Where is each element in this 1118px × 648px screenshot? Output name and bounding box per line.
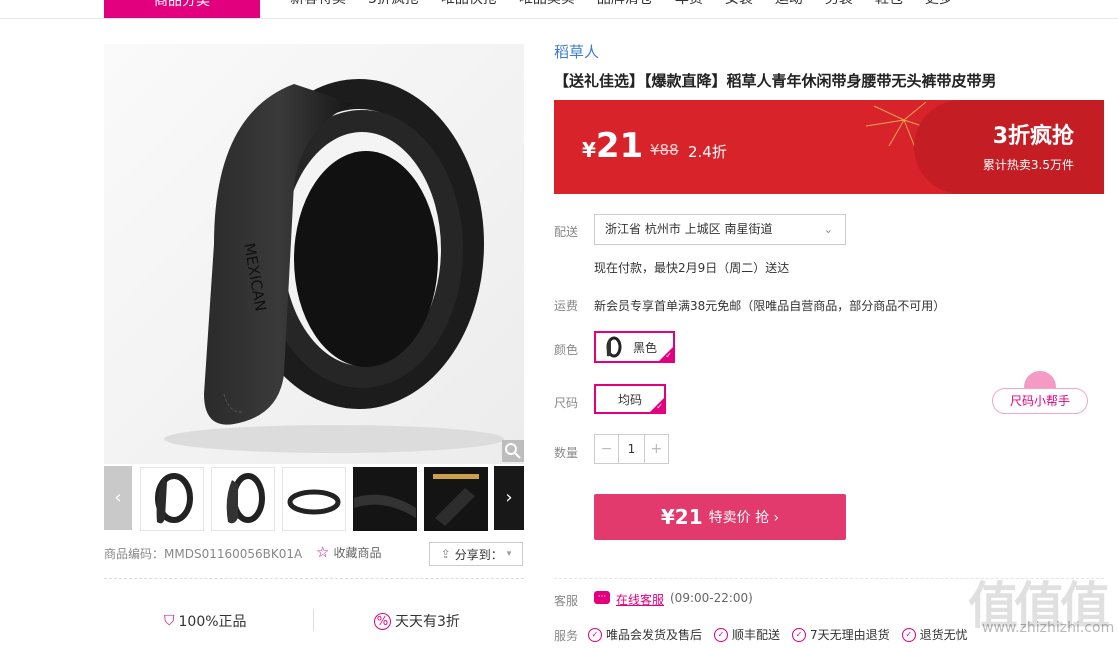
product-title: 【送礼佳选】【爆款直降】稻草人青年休闲带身腰带无头裤带皮带男	[554, 72, 997, 90]
original-price: ¥88	[650, 141, 679, 159]
thumbnail[interactable]	[140, 467, 204, 531]
current-price: ¥21	[582, 126, 644, 166]
service-label: 客服	[554, 594, 579, 608]
favorite-button[interactable]: ☆ 收藏商品	[316, 543, 381, 561]
thumbnail[interactable]	[424, 467, 488, 531]
service-item: ✓ 退货无忧	[901, 626, 968, 643]
size-label: 尺码	[554, 396, 579, 410]
shipping-info: 新会员专享首单满38元免邮（限唯品自营商品，部分商品不可用）	[594, 299, 946, 313]
thumbnail[interactable]	[282, 467, 346, 531]
thumb-prev-button[interactable]: ‹	[104, 466, 132, 530]
nav-items: 新客特卖 3折疯抢 唯品快抢 唯品美实 品牌清仓 年货 女装 运动 男装 鞋包 …	[290, 0, 953, 8]
delivery-eta: 现在付款，最快2月9日（周二）送达	[594, 261, 790, 275]
favorite-label: 收藏商品	[333, 545, 382, 560]
watermark-url: www.zhizhizhi.com	[982, 620, 1115, 636]
buy-label: 特卖价 抢 ›	[708, 510, 780, 526]
thumbnail[interactable]	[353, 467, 417, 531]
share-button[interactable]: ⇪ 分享到： ▾	[429, 542, 523, 566]
selected-check-icon: ✓	[659, 347, 673, 361]
star-icon: ☆	[316, 543, 330, 561]
quantity-stepper: − 1 +	[594, 434, 669, 464]
chat-icon: ···	[594, 591, 610, 604]
sale-subtitle: 累计热卖3.5万件	[982, 158, 1074, 172]
discount-rate: 2.4折	[688, 143, 727, 161]
nav-item[interactable]: 唯品快抢	[441, 0, 497, 8]
divider	[104, 578, 524, 579]
chevron-down-icon: ⌄	[823, 223, 833, 236]
percent-icon: %	[374, 612, 391, 630]
promise-genuine: ⛉ 100%正品	[164, 611, 247, 631]
nav-item[interactable]: 3折疯抢	[368, 0, 419, 8]
service-item: ✓ 唯品会发货及售后	[588, 626, 702, 643]
main-product-image[interactable]: MEXICAN	[104, 44, 524, 464]
quantity-label: 数量	[554, 446, 579, 460]
brand-link[interactable]: 稻草人	[554, 41, 599, 62]
size-option-label: 均码	[617, 392, 642, 407]
service-item: ✓ 顺丰配送	[714, 626, 780, 643]
share-icon: ⇪	[440, 547, 451, 561]
category-menu-button[interactable]: 商品分类	[104, 0, 260, 18]
share-label: 分享到：	[454, 547, 503, 562]
online-service-link[interactable]: 在线客服	[616, 591, 664, 608]
color-swatch-image	[606, 336, 622, 358]
thumbnail-image	[433, 474, 479, 526]
promise-discount: % 天天有3折	[374, 611, 460, 631]
buy-button[interactable]: ¥21 特卖价 抢 ›	[594, 494, 846, 540]
check-circle-icon: ✓	[714, 627, 729, 642]
nav-item[interactable]: 鞋包	[875, 0, 903, 8]
price-banner: ¥21 ¥88 2.4折 3折疯抢 累计热卖3.5万件	[554, 100, 1104, 194]
color-option-label: 黑色	[633, 340, 658, 355]
nav-item[interactable]: 年货	[675, 0, 703, 8]
promise-discount-label: 天天有3折	[395, 614, 460, 630]
buy-price: ¥21	[660, 505, 703, 529]
service-hours: (09:00-22:00)	[670, 591, 753, 605]
delivery-label: 配送	[554, 225, 579, 239]
services-label: 服务	[554, 629, 579, 643]
nav-item[interactable]: 新客特卖	[290, 0, 346, 8]
promise-genuine-label: 100%正品	[178, 614, 247, 630]
thumbnail-image	[155, 473, 193, 524]
thumb-next-button[interactable]: ›	[494, 466, 524, 530]
selected-check-icon: ✓	[650, 398, 664, 412]
color-label: 颜色	[554, 343, 579, 357]
size-helper-button[interactable]: 尺码小帮手	[992, 388, 1088, 414]
color-option-black[interactable]: 黑色 ✓	[594, 331, 675, 363]
address-value: 浙江省 杭州市 上城区 南星街道	[605, 222, 773, 236]
thumbnail-image	[354, 494, 416, 518]
sku-code: 商品编码：MMDS01160056BK01A	[104, 547, 303, 561]
caret-down-icon: ▾	[506, 549, 512, 559]
quantity-plus-button[interactable]: +	[645, 435, 668, 463]
shipping-label: 运费	[554, 299, 579, 313]
nav-item[interactable]: 品牌清仓	[597, 0, 653, 8]
service-item: ✓ 7天无理由退货	[792, 626, 890, 643]
check-circle-icon: ✓	[901, 627, 916, 642]
belt-illustration: MEXICAN	[104, 44, 524, 464]
nav-item[interactable]: 更多	[925, 0, 953, 8]
top-nav: 商品分类 新客特卖 3折疯抢 唯品快抢 唯品美实 品牌清仓 年货 女装 运动 男…	[0, 0, 1118, 19]
zoom-icon[interactable]	[502, 440, 524, 462]
nav-item[interactable]: 唯品美实	[519, 0, 575, 8]
sale-title: 3折疯抢	[992, 124, 1074, 149]
address-select[interactable]: 浙江省 杭州市 上城区 南星街道 ⌄	[594, 214, 846, 245]
nav-item[interactable]: 男装	[825, 0, 853, 8]
thumbnail-image	[287, 489, 341, 515]
size-option-onesize[interactable]: 均码 ✓	[594, 384, 666, 414]
quantity-input[interactable]: 1	[618, 435, 645, 463]
check-circle-icon: ✓	[588, 627, 602, 642]
service-list: ✓ 唯品会发货及售后 ✓ 顺丰配送 ✓ 7天无理由退货 ✓ 退货无忧	[588, 626, 968, 643]
nav-item[interactable]: 运动	[775, 0, 803, 8]
nav-item[interactable]: 女装	[725, 0, 753, 8]
quantity-minus-button[interactable]: −	[595, 435, 618, 463]
check-circle-icon: ✓	[792, 627, 807, 642]
thumbnail-image	[226, 473, 265, 524]
thumbnail[interactable]	[211, 467, 275, 531]
divider	[313, 609, 314, 631]
shield-icon: ⛉	[164, 613, 175, 629]
